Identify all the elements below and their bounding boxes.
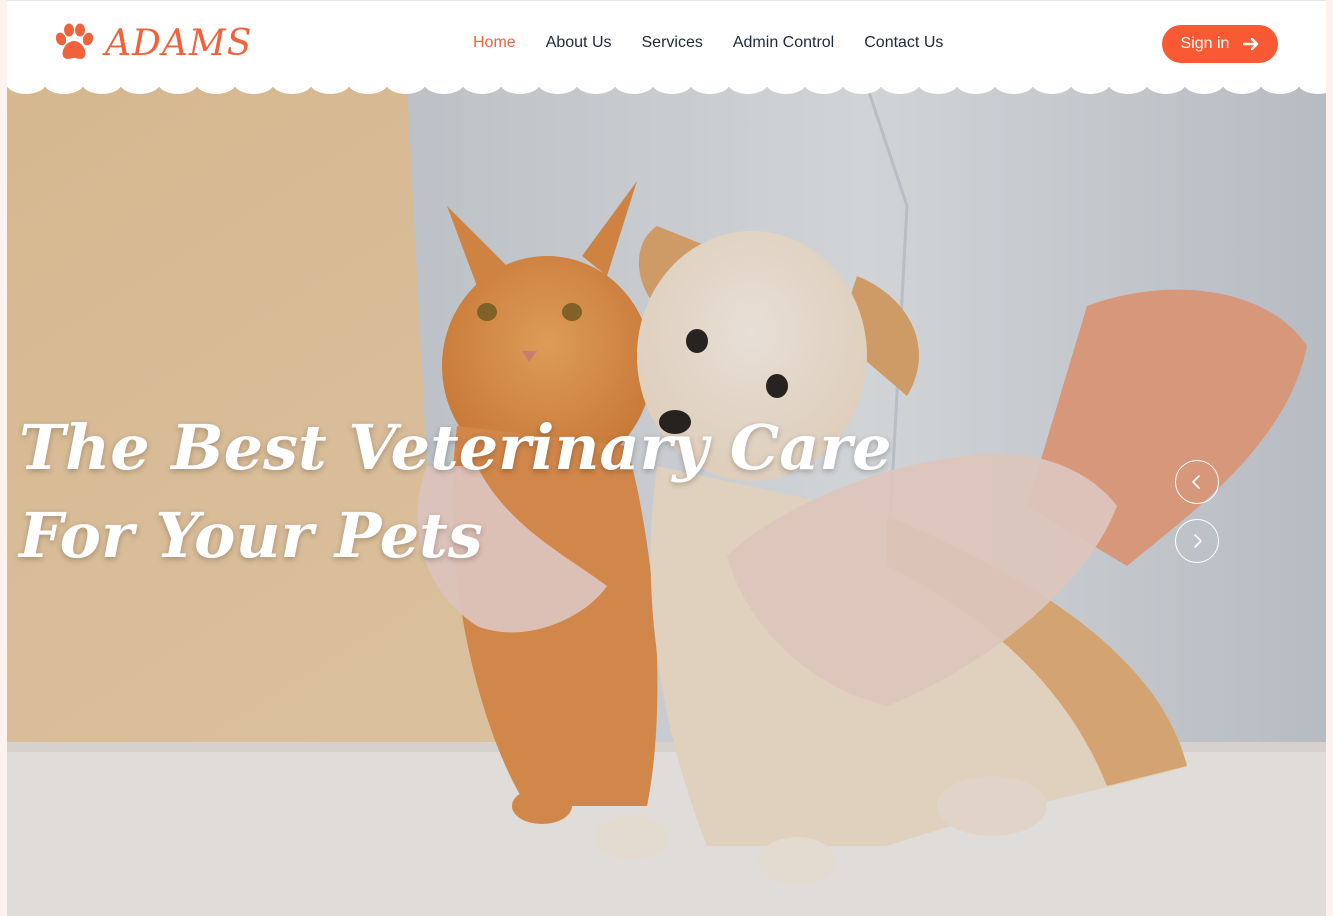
sign-in-label: Sign in (1180, 35, 1230, 52)
navbar: ADAMS Home About Us Services Admin Contr… (7, 0, 1326, 87)
carousel-next-button[interactable] (1175, 519, 1219, 563)
hero-section: The Best Veterinary Care For Your Pets (7, 86, 1326, 916)
sign-in-button[interactable]: Sign in (1162, 25, 1278, 63)
paw-icon (55, 23, 94, 59)
carousel-prev-button[interactable] (1175, 460, 1219, 504)
chevron-right-icon (1194, 534, 1202, 548)
nav-about-us[interactable]: About Us (546, 32, 612, 54)
nav-services[interactable]: Services (642, 32, 703, 54)
page: ADAMS Home About Us Services Admin Contr… (7, 0, 1326, 916)
nav-admin-control[interactable]: Admin Control (733, 32, 834, 54)
nav-contact-us[interactable]: Contact Us (864, 32, 943, 54)
brand-logo[interactable]: ADAMS (53, 21, 252, 65)
arrow-right-icon (1243, 37, 1259, 51)
hero-title: The Best Veterinary Care For Your Pets (19, 411, 892, 572)
chevron-left-icon (1192, 475, 1200, 489)
scalloped-edge (7, 78, 1326, 94)
nav-home[interactable]: Home (473, 32, 516, 54)
main-nav: Home About Us Services Admin Control Con… (473, 32, 973, 54)
brand-name: ADAMS (105, 22, 253, 64)
